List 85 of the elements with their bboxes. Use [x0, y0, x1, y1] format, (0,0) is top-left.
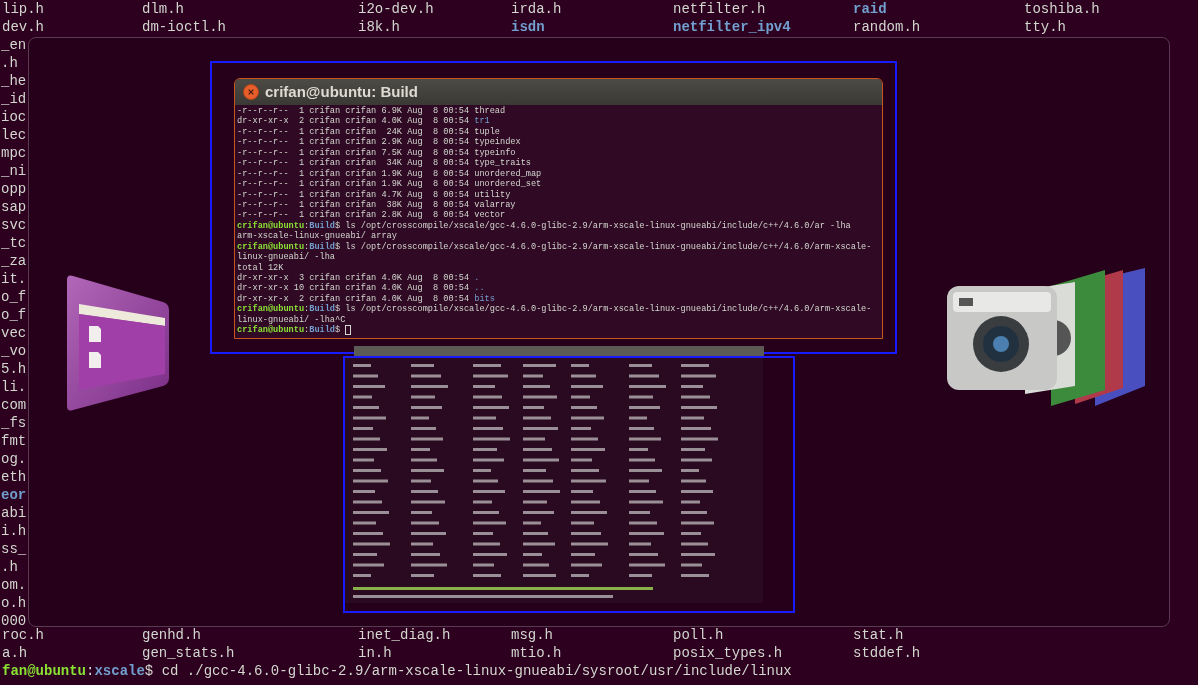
file-name: abi — [1, 504, 27, 522]
file-name: 000 — [1, 612, 27, 629]
file-name: eor — [1, 486, 27, 504]
file-name: gen_stats.h — [142, 644, 235, 662]
file-name: _id — [1, 90, 27, 108]
file-name: lip.h — [2, 0, 44, 18]
file-name: og. — [1, 450, 27, 468]
file-name: inet_diag.h — [358, 626, 451, 644]
file-name: _fs — [1, 414, 27, 432]
terminal-line: linux-gnueabi/ -lha^C — [237, 314, 346, 325]
terminal-prompt: crifan@ubuntu:Build$ ls /opt/crosscompile/xscale/gcc-4.6.0-glibc-2.9/arm-xscale-linux-gnueabi/include/c++/4.6.0/ar -lha — [237, 220, 851, 231]
file-name: irda.h — [511, 0, 562, 18]
terminal-line: total 12K — [237, 262, 284, 273]
terminal-line: -r--r--r-- 1 crifan crifan 6.9K Aug 8 00:54 thread — [237, 106, 506, 116]
file-name: genhd.h — [142, 626, 201, 644]
terminal-prompt: fan@ubuntu:xscale$ cd ./gcc-4.6.0-glibc-2.9/arm-xscale-linux-gnueabi/sysroot/usr/include/linux — [2, 662, 792, 680]
file-name: eth — [1, 468, 27, 486]
file-name: roc.h — [2, 626, 44, 644]
terminal-line: linux-gnueabi/ -lha — [237, 252, 335, 263]
close-button[interactable] — [243, 84, 259, 100]
file-name: tty.h — [1024, 18, 1066, 36]
file-name: o_f — [1, 288, 27, 306]
terminal-prompt: crifan@ubuntu:Build$ ls /opt/crosscompile/xscale/gcc-4.6.0-glibc-2.9/arm-xscale-linux-gnueabi/include/c++/4.6.0/arm-xscale- — [237, 241, 872, 252]
file-name: _vo — [1, 342, 27, 360]
file-name: li. — [1, 378, 27, 396]
file-name: msg.h — [511, 626, 553, 644]
file-name: a.h — [2, 644, 28, 662]
file-name: stat.h — [853, 626, 904, 644]
file-name: o_f — [1, 306, 27, 324]
terminal-line: -r--r--r-- 1 crifan crifan 1.9K Aug 8 00:54 unordered_map — [237, 168, 542, 179]
file-name: fmt — [1, 432, 27, 450]
file-name: opp — [1, 180, 27, 198]
file-name: _he — [1, 72, 27, 90]
terminal-prompt: crifan@ubuntu:Build$ ls /opt/crosscompile/xscale/gcc-4.6.0-glibc-2.9/arm-xscale-linux-gnueabi/include/c++/4.6.0/arm-xscale- — [237, 304, 872, 315]
file-name: it. — [1, 270, 27, 288]
file-name: 5.h — [1, 360, 27, 378]
terminal-line: -r--r--r-- 1 crifan crifan 4.7K Aug 8 00:54 utility — [237, 189, 511, 200]
file-name: o.h — [1, 594, 27, 612]
file-name: mtio.h — [511, 644, 562, 662]
terminal-line: -r--r--r-- 1 crifan crifan 7.5K Aug 8 00:54 typeinfo — [237, 147, 516, 158]
terminal-line: dr-xr-xr-x 2 crifan crifan 4.0K Aug 8 00:54 tr1 — [237, 116, 490, 127]
window-title: crifan@ubuntu: Build — [265, 81, 418, 102]
terminal-line: -r--r--r-- 1 crifan crifan 2.9K Aug 8 00:54 typeindex — [237, 137, 521, 148]
close-icon — [247, 88, 255, 96]
file-name: .h — [1, 54, 18, 72]
file-name: ioc — [1, 108, 27, 126]
file-name: raid — [853, 0, 887, 18]
file-name: i8k.h — [358, 18, 400, 36]
terminal-line: -r--r--r-- 1 crifan crifan 24K Aug 8 00:54 tuple — [237, 126, 501, 137]
terminal-line: dr-xr-xr-x 3 crifan crifan 4.0K Aug 8 00:54 . — [237, 273, 480, 283]
file-name: .h — [1, 558, 18, 576]
file-name: netfilter.h — [673, 0, 766, 18]
terminal-line: dr-xr-xr-x 2 crifan crifan 4.0K Aug 8 00:54 bits — [237, 293, 495, 304]
file-name: netfilter_ipv4 — [673, 18, 791, 36]
file-name: toshiba.h — [1024, 0, 1100, 18]
file-name: ss_ — [1, 540, 27, 558]
file-name: lec — [1, 126, 27, 144]
file-name: _za — [1, 252, 27, 270]
file-name: _ni — [1, 162, 27, 180]
file-name: dm-ioctl.h — [142, 18, 226, 36]
file-name: in.h — [358, 644, 392, 662]
file-name: sap — [1, 198, 27, 216]
file-name: svc — [1, 216, 27, 234]
file-name: poll.h — [673, 626, 724, 644]
file-name: dlm.h — [142, 0, 184, 18]
file-name: posix_types.h — [673, 644, 783, 662]
terminal-line: -r--r--r-- 1 crifan crifan 38K Aug 8 00:54 valarray — [237, 199, 516, 210]
file-name: vec — [1, 324, 27, 342]
terminal-prompt: crifan@ubuntu:Build$ — [237, 325, 341, 336]
terminal-line: -r--r--r-- 1 crifan crifan 1.9K Aug 8 00:54 unordered_set — [237, 179, 542, 190]
file-name: i.h — [1, 522, 27, 540]
file-name: _en — [1, 36, 27, 54]
file-name: mpc — [1, 144, 27, 162]
terminal-line: arm-xscale-linux-gnueabi/ array — [237, 231, 397, 242]
terminal-line: -r--r--r-- 1 crifan crifan 34K Aug 8 00:54 type_traits — [237, 158, 531, 169]
file-name: i2o-dev.h — [358, 0, 434, 18]
file-name: _tc — [1, 234, 27, 252]
file-name: random.h — [853, 18, 921, 36]
terminal-line: -r--r--r-- 1 crifan crifan 2.8K Aug 8 00:54 vector — [237, 210, 506, 221]
file-name: com — [1, 396, 27, 414]
terminal-line: dr-xr-xr-x 10 crifan crifan 4.0K Aug 8 00:54 .. — [237, 283, 485, 294]
file-name: om. — [1, 576, 27, 594]
file-name: stddef.h — [853, 644, 921, 662]
file-name: isdn — [511, 18, 545, 36]
file-name: dev.h — [2, 18, 44, 36]
